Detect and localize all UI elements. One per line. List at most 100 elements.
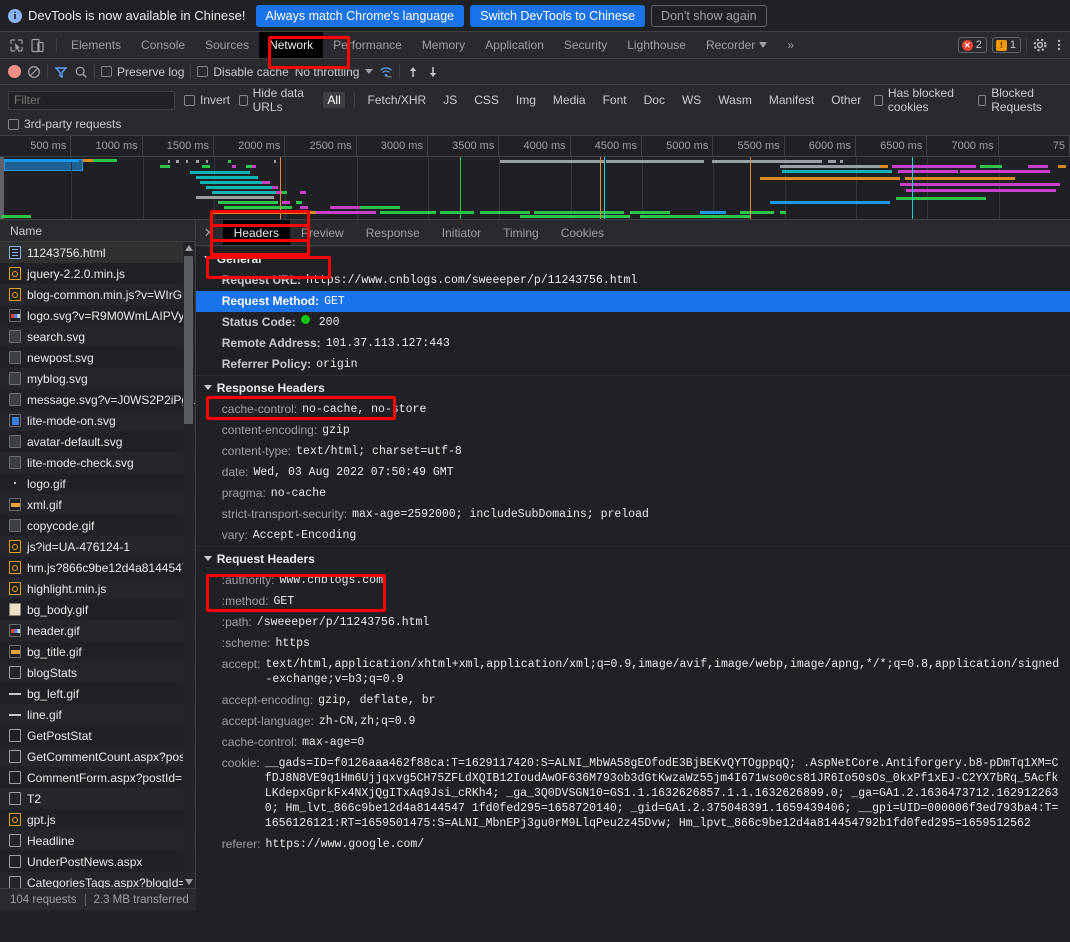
header-row[interactable]: Status Code: 200 xyxy=(196,312,1070,333)
request-list-item[interactable]: lite-mode-on.svg xyxy=(0,410,195,431)
request-list-item[interactable]: bg_left.gif xyxy=(0,683,195,704)
import-har-icon[interactable] xyxy=(406,65,420,79)
switch-to-chinese-button[interactable]: Switch DevTools to Chinese xyxy=(470,4,646,27)
request-list-item[interactable]: bg_body.gif xyxy=(0,599,195,620)
request-list-item[interactable]: header.gif xyxy=(0,620,195,641)
request-list-item[interactable]: search.svg xyxy=(0,326,195,347)
inspect-element-icon[interactable] xyxy=(8,37,25,54)
tab-recorder[interactable]: Recorder xyxy=(696,32,777,58)
detail-tab-initiator[interactable]: Initiator xyxy=(431,220,492,245)
header-row[interactable]: Remote Address: 101.37.113.127:443 xyxy=(196,333,1070,354)
scroll-down-arrow-icon[interactable] xyxy=(184,879,193,885)
blocked-requests-checkbox[interactable]: Blocked Requests xyxy=(977,86,1062,114)
device-toolbar-icon[interactable] xyxy=(29,37,46,54)
filter-type-doc[interactable]: Doc xyxy=(640,92,669,108)
tab-elements[interactable]: Elements xyxy=(61,32,131,58)
request-list-item[interactable]: lite-mode-check.svg xyxy=(0,452,195,473)
header-row[interactable]: :method: GET xyxy=(196,591,1070,612)
header-row[interactable]: accept-language: zh-CN,zh;q=0.9 xyxy=(196,711,1070,732)
header-row[interactable]: Referrer Policy: origin xyxy=(196,354,1070,375)
header-row[interactable]: cache-control: no-cache, no-store xyxy=(196,399,1070,420)
header-row[interactable]: cache-control: max-age=0 xyxy=(196,732,1070,753)
throttling-select[interactable]: No throttling xyxy=(295,65,360,79)
header-row[interactable]: cookie: __gads=ID=f0126aaa462f88ca:T=1629… xyxy=(196,753,1070,834)
detail-tab-cookies[interactable]: Cookies xyxy=(550,220,615,245)
header-row[interactable]: accept-encoding: gzip, deflate, br xyxy=(196,690,1070,711)
export-har-icon[interactable] xyxy=(426,65,440,79)
error-count-badge[interactable]: ✕ 2 xyxy=(957,37,987,53)
filter-type-wasm[interactable]: Wasm xyxy=(714,92,756,108)
tab-application[interactable]: Application xyxy=(475,32,554,58)
request-list-item[interactable]: hm.js?866c9be12d4a8144547 xyxy=(0,557,195,578)
request-list[interactable]: 11243756.html jquery-2.2.0.min.js blog-com… xyxy=(0,242,195,889)
request-list-item[interactable]: Headline xyxy=(0,830,195,851)
invert-checkbox[interactable]: Invert xyxy=(184,93,230,107)
request-list-item[interactable]: logo.gif xyxy=(0,473,195,494)
header-row[interactable]: strict-transport-security: max-age=259200… xyxy=(196,504,1070,525)
request-list-item[interactable]: GetPostStat xyxy=(0,725,195,746)
record-icon[interactable] xyxy=(8,65,21,78)
request-list-scrollbar[interactable] xyxy=(182,242,194,888)
search-icon[interactable] xyxy=(74,65,88,79)
request-list-item[interactable]: bg_title.gif xyxy=(0,641,195,662)
request-list-item[interactable]: js?id=UA-476124-1 xyxy=(0,536,195,557)
request-list-item[interactable]: message.svg?v=J0WS2P2iPga xyxy=(0,389,195,410)
request-list-item[interactable]: line.gif xyxy=(0,704,195,725)
request-list-item[interactable]: T2 xyxy=(0,788,195,809)
request-list-item[interactable]: gpt.js xyxy=(0,809,195,830)
chevron-down-icon[interactable] xyxy=(365,69,374,74)
filter-type-fetch-xhr[interactable]: Fetch/XHR xyxy=(364,92,431,108)
header-row[interactable]: pragma: no-cache xyxy=(196,483,1070,504)
detail-tab-preview[interactable]: Preview xyxy=(290,220,355,245)
tab-performance[interactable]: Performance xyxy=(323,32,412,58)
header-row[interactable]: Request URL: https://www.cnblogs.com/swee… xyxy=(196,270,1070,291)
header-section-general[interactable]: General xyxy=(195,246,1070,270)
header-section-request-headers[interactable]: Request Headers xyxy=(195,546,1070,570)
header-row[interactable]: date: Wed, 03 Aug 2022 07:50:49 GMT xyxy=(196,462,1070,483)
preserve-log-checkbox[interactable]: Preserve log xyxy=(101,65,184,79)
tab-security[interactable]: Security xyxy=(554,32,617,58)
request-list-item[interactable]: jquery-2.2.0.min.js xyxy=(0,263,195,284)
close-icon[interactable]: ✕ xyxy=(196,220,223,245)
network-overview-waterfall[interactable] xyxy=(0,157,1070,219)
filter-input[interactable] xyxy=(8,90,175,110)
filter-type-other[interactable]: Other xyxy=(827,92,865,108)
header-row[interactable]: content-type: text/html; charset=utf-8 xyxy=(196,441,1070,462)
funnel-icon[interactable] xyxy=(54,65,68,79)
more-vertical-icon[interactable] xyxy=(1054,37,1064,54)
header-row[interactable]: :path: /sweeeper/p/11243756.html xyxy=(196,612,1070,633)
request-list-item[interactable]: newpost.svg xyxy=(0,347,195,368)
network-conditions-icon[interactable] xyxy=(379,65,393,79)
header-row[interactable]: accept: text/html,application/xhtml+xml,a… xyxy=(196,654,1070,690)
scroll-up-arrow-icon[interactable] xyxy=(184,245,193,251)
detail-tab-response[interactable]: Response xyxy=(355,220,431,245)
dont-show-again-button[interactable]: Don't show again xyxy=(651,4,767,27)
tab-network[interactable]: Network xyxy=(259,32,324,58)
request-list-item[interactable]: CategoriesTags.aspx?blogId= xyxy=(0,872,195,889)
has-blocked-cookies-checkbox[interactable]: Has blocked cookies xyxy=(874,86,968,114)
disable-cache-checkbox[interactable]: Disable cache xyxy=(197,65,289,79)
filter-type-js[interactable]: JS xyxy=(439,92,461,108)
filter-type-img[interactable]: Img xyxy=(512,92,540,108)
request-list-item[interactable]: highlight.min.js xyxy=(0,578,195,599)
request-list-item[interactable]: CommentForm.aspx?postId=. xyxy=(0,767,195,788)
filter-type-manifest[interactable]: Manifest xyxy=(765,92,818,108)
tab-lighthouse[interactable]: Lighthouse xyxy=(617,32,696,58)
filter-type-all[interactable]: All xyxy=(323,92,345,108)
header-section-response-headers[interactable]: Response Headers xyxy=(195,375,1070,399)
tab-console[interactable]: Console xyxy=(131,32,195,58)
third-party-requests-checkbox[interactable]: 3rd-party requests xyxy=(8,117,121,131)
request-list-item[interactable]: GetCommentCount.aspx?pos xyxy=(0,746,195,767)
always-match-language-button[interactable]: Always match Chrome's language xyxy=(255,4,465,27)
request-list-item[interactable]: blog-common.min.js?v=WIrG xyxy=(0,284,195,305)
scrollbar-thumb[interactable] xyxy=(183,256,193,424)
filter-type-css[interactable]: CSS xyxy=(470,92,503,108)
detail-tab-timing[interactable]: Timing xyxy=(492,220,550,245)
request-list-item[interactable]: 11243756.html xyxy=(0,242,195,263)
detail-tab-headers[interactable]: Headers xyxy=(222,220,291,245)
tab-sources[interactable]: Sources xyxy=(195,32,259,58)
header-row[interactable]: content-encoding: gzip xyxy=(196,420,1070,441)
clear-icon[interactable] xyxy=(27,65,41,79)
filter-type-ws[interactable]: WS xyxy=(678,92,705,108)
header-row[interactable]: :authority: www.cnblogs.com xyxy=(196,570,1070,591)
